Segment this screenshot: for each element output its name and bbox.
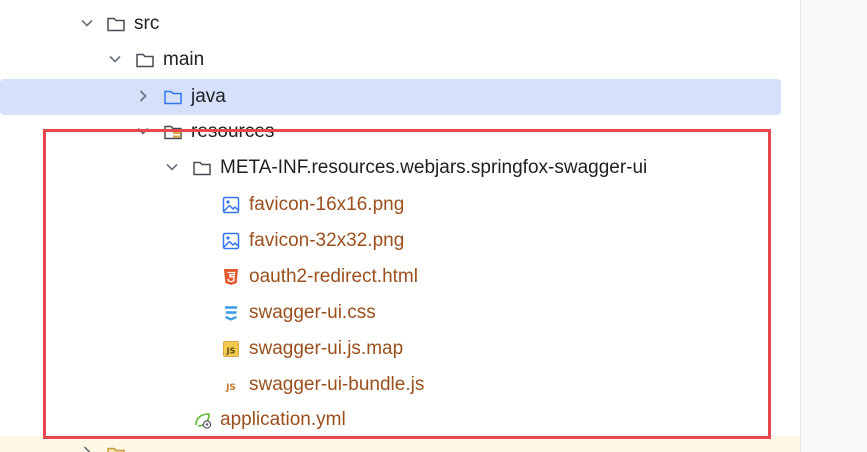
chevron-down-icon[interactable] [79, 15, 95, 31]
image-file-icon [222, 232, 240, 250]
spring-config-icon [195, 413, 212, 429]
tree-label-resources: resources [191, 121, 275, 142]
svg-text:JS: JS [225, 383, 236, 393]
tree-row-resources[interactable]: resources [0, 114, 781, 150]
tree-label-file: favicon-32x32.png [249, 230, 405, 251]
css3-icon [225, 306, 237, 321]
js-file-icon: JS [225, 383, 236, 393]
tree-row-file[interactable]: oauth2-redirect.html [0, 259, 781, 295]
svg-text:JS: JS [226, 347, 236, 356]
tree-row-partial[interactable] [0, 436, 800, 452]
tree-row-main[interactable]: main [0, 42, 781, 78]
tree-label-file: swagger-ui.css [249, 302, 376, 323]
tree-label-meta-inf: META-INF.resources.webjars.springfox-swa… [220, 157, 648, 178]
source-folder-icon [164, 90, 182, 105]
tree-row-src[interactable]: src [0, 6, 781, 42]
project-tree: src main java resources META-INF.resourc… [0, 0, 800, 452]
js-map-icon: JS [223, 341, 239, 357]
tree-row-application-yml[interactable]: application.yml [0, 402, 781, 438]
tree-label-file: favicon-16x16.png [249, 194, 405, 215]
tree-label-file: oauth2-redirect.html [249, 266, 418, 287]
chevron-down-icon[interactable] [135, 123, 151, 139]
tree-label-file: swagger-ui.js.map [249, 338, 404, 359]
tree-row-file[interactable]: JS swagger-ui-bundle.js [0, 367, 781, 403]
tree-label-java: java [191, 86, 226, 107]
tree-label-application-yml: application.yml [220, 409, 346, 430]
tree-row-file[interactable]: favicon-32x32.png [0, 223, 781, 259]
right-gutter [800, 0, 867, 452]
tree-label-src: src [134, 13, 160, 34]
image-file-icon [222, 196, 240, 214]
folder-icon [193, 161, 211, 176]
chevron-down-icon[interactable] [107, 51, 123, 67]
folder-icon [136, 53, 154, 68]
folder-icon [107, 447, 125, 452]
tree-row-file[interactable]: swagger-ui.css [0, 295, 781, 331]
tree-row-file[interactable]: JS swagger-ui.js.map [0, 331, 781, 367]
folder-icon [107, 17, 125, 32]
tree-label-file: swagger-ui-bundle.js [249, 374, 425, 395]
tree-row-java[interactable]: java [0, 79, 781, 115]
chevron-right-icon[interactable] [135, 88, 151, 104]
chevron-down-icon[interactable] [164, 159, 180, 175]
resources-folder-icon [164, 125, 182, 140]
tree-row-file[interactable]: favicon-16x16.png [0, 187, 781, 223]
tree-row-meta-inf[interactable]: META-INF.resources.webjars.springfox-swa… [0, 150, 781, 186]
chevron-right-icon[interactable] [79, 444, 95, 452]
html5-icon [224, 269, 238, 285]
tree-label-main: main [163, 49, 205, 70]
